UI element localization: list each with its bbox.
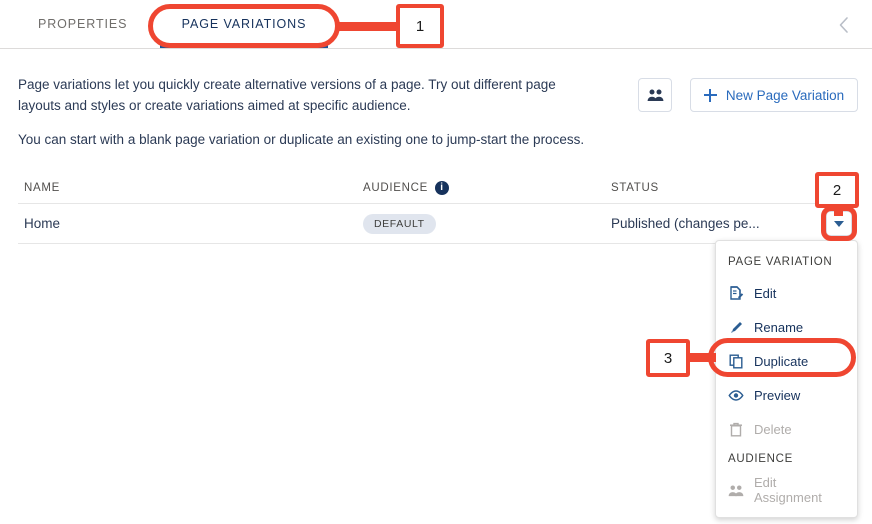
menu-item-rename-label: Rename [754,319,804,335]
menu-item-preview-label: Preview [754,387,801,403]
annotation-badge-1-number: 1 [415,17,425,35]
chevron-left-icon [839,17,848,33]
intro-paragraph-1: Page variations let you quickly create a… [18,77,556,113]
annotation-badge-2-number: 2 [832,181,842,199]
menu-item-duplicate-label: Duplicate [754,353,809,369]
eye-icon [728,387,744,403]
new-page-variation-label: New Page Variation [725,87,845,103]
menu-item-delete: Delete [716,412,857,446]
tab-page-variations[interactable]: PAGE VARIATIONS [160,0,328,48]
menu-item-rename[interactable]: Rename [716,310,857,344]
menu-item-edit-label: Edit [754,285,777,301]
page-variations-table: NAME AUDIENCE i STATUS Home DEFAULT Publ… [18,172,854,244]
column-header-audience-label: AUDIENCE [363,181,429,194]
tab-page-variations-label: PAGE VARIATIONS [181,17,307,31]
new-page-variation-button[interactable]: New Page Variation [690,78,858,112]
annotation-connector-1 [338,22,400,31]
cell-name: Home [24,216,61,231]
plus-icon [703,88,717,102]
copy-icon [728,353,744,369]
pencil-icon [728,319,744,335]
people-group-icon [728,482,744,498]
menu-item-edit[interactable]: Edit [716,276,857,310]
menu-item-duplicate[interactable]: Duplicate [716,344,857,378]
annotation-badge-1: 1 [396,4,444,48]
people-group-icon [647,89,663,101]
menu-item-delete-label: Delete [754,421,792,437]
edit-document-icon [728,285,744,301]
menu-section-audience: AUDIENCE [728,453,794,465]
annotation-badge-3: 3 [646,339,690,377]
tab-properties[interactable]: PROPERTIES [24,0,141,48]
menu-section-page-variation: PAGE VARIATION [728,256,833,268]
collapse-panel-button[interactable] [830,11,858,39]
menu-item-edit-assignment: Edit Assignment [716,473,857,507]
cell-audience: DEFAULT [363,213,611,234]
menu-item-edit-assignment-label: Edit Assignment [754,475,822,505]
chevron-down-icon [834,220,844,227]
table-row[interactable]: Home DEFAULT Published (changes pe... [18,204,854,244]
intro-text: Page variations let you quickly create a… [18,74,598,150]
status-badge: DEFAULT [363,213,436,234]
info-icon[interactable]: i [435,180,450,195]
manage-audience-button[interactable] [638,78,672,112]
tab-properties-label: PROPERTIES [38,17,128,31]
row-actions-menu: PAGE VARIATION Edit Rename Duplicate Pre… [715,240,858,518]
table-header-row: NAME AUDIENCE i STATUS [18,172,854,204]
menu-item-preview[interactable]: Preview [716,378,857,412]
column-header-audience: AUDIENCE i [363,180,611,195]
trash-icon [728,421,744,437]
cell-status: Published (changes pe... [611,216,760,231]
annotation-badge-2: 2 [815,172,859,208]
annotation-badge-3-number: 3 [663,349,673,367]
intro-paragraph-2: You can start with a blank page variatio… [18,132,585,147]
column-header-name: NAME [24,181,61,194]
